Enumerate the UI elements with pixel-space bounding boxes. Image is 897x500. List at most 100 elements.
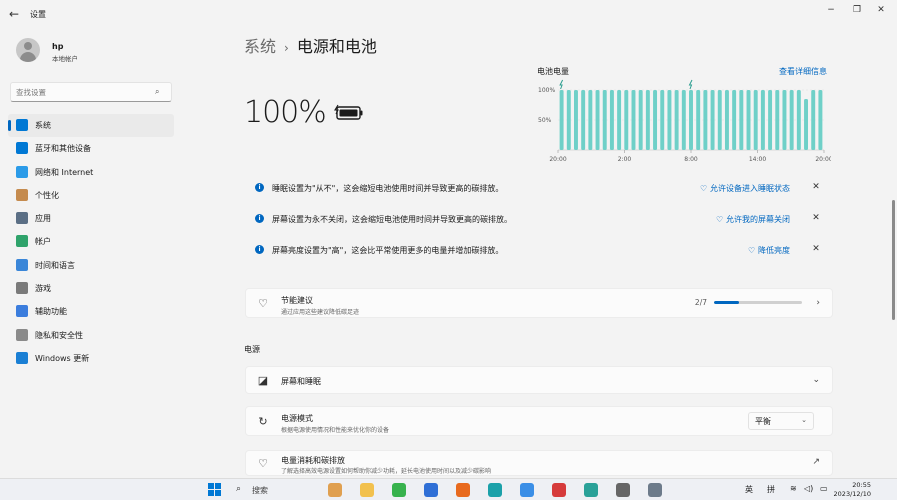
sidebar-item[interactable]: 网络和 Internet bbox=[8, 161, 174, 184]
minimize-icon[interactable]: − bbox=[821, 3, 841, 17]
chart-bar bbox=[617, 90, 622, 150]
notice-action[interactable]: ♡ 允许我的屏幕关闭 bbox=[716, 214, 790, 225]
restore-icon[interactable]: ❐ bbox=[847, 3, 867, 17]
notice: i 屏幕设置为永不关闭，这会缩短电池使用时间并导致更高的碳排放。 ♡ 允许我的屏幕关闭… bbox=[250, 209, 830, 231]
close-icon[interactable]: ✕ bbox=[871, 3, 891, 17]
chart-bar bbox=[818, 90, 823, 150]
sidebar-item-label: 帐户 bbox=[35, 237, 51, 247]
chart-bar bbox=[717, 90, 722, 150]
breadcrumb: 系统 › 电源和电池 bbox=[244, 33, 377, 57]
scrollbar[interactable] bbox=[892, 30, 895, 470]
sidebar-item[interactable]: 辅助功能 bbox=[8, 300, 174, 323]
power-mode-title: 电源模式 bbox=[281, 414, 313, 423]
notice: i 睡眠设置为"从不"，这会缩短电池使用时间并导致更高的碳排放。 ♡ 允许设备进入睡眠… bbox=[250, 178, 830, 200]
back-arrow-icon[interactable]: ← bbox=[6, 7, 22, 21]
store-icon[interactable] bbox=[520, 483, 534, 497]
ime-mode[interactable]: 拼 bbox=[767, 484, 775, 495]
chart-bar bbox=[674, 90, 679, 150]
chart-bar bbox=[660, 90, 665, 150]
chart-y-tick: 100% bbox=[538, 87, 555, 94]
chart-bar bbox=[796, 90, 801, 150]
chevron-right-icon[interactable]: › bbox=[816, 298, 820, 308]
energy-tips-card[interactable]: ♡ 节能建议 通过应用这些建议降低碳足迹 2/7 › bbox=[245, 288, 833, 318]
app-teal-icon[interactable] bbox=[584, 483, 598, 497]
close-icon[interactable]: ✕ bbox=[810, 243, 822, 255]
taskbar-search[interactable]: ⌕ 搜索 bbox=[232, 482, 372, 498]
battery-icon[interactable]: ▭ bbox=[820, 484, 828, 493]
sidebar-item[interactable]: 时间和语言 bbox=[8, 254, 174, 277]
close-icon[interactable]: ✕ bbox=[810, 212, 822, 224]
chart-bar bbox=[631, 90, 636, 150]
clock[interactable]: 20:55 2023/12/10 bbox=[834, 481, 871, 499]
avatar[interactable] bbox=[16, 38, 40, 62]
volume-icon[interactable]: ◁) bbox=[804, 484, 813, 493]
chart-bar bbox=[710, 90, 715, 150]
info-icon: i bbox=[255, 183, 264, 192]
sidebar-item[interactable]: 游戏 bbox=[8, 277, 174, 300]
view-details-link[interactable]: 查看详细信息 bbox=[779, 66, 827, 77]
power-mode-select[interactable]: 平衡 ⌄ bbox=[748, 412, 814, 430]
chart-bar bbox=[732, 90, 737, 150]
search-box[interactable]: ⌕ bbox=[10, 82, 172, 102]
app-gray-icon[interactable] bbox=[616, 483, 630, 497]
chart-title: 电池电量 bbox=[537, 67, 569, 76]
charging-marker-icon bbox=[688, 79, 693, 90]
screen-sleep-card[interactable]: ◪ 屏幕和睡眠 ⌄ bbox=[245, 366, 833, 394]
sidebar-item[interactable]: 系统 bbox=[8, 114, 174, 138]
search-input[interactable] bbox=[16, 86, 151, 98]
system-icon bbox=[16, 119, 28, 131]
power-mode-card: ↻ 电源模式 根据电源使用情况和性能来优化你的设备 平衡 ⌄ bbox=[245, 406, 833, 436]
taskbar: ⌕ 搜索 英 拼 ≋ ◁) ▭ 20:55 2023/12/10 bbox=[0, 478, 897, 500]
notice-action[interactable]: ♡ 降低亮度 bbox=[748, 245, 790, 256]
breadcrumb-separator: › bbox=[284, 41, 289, 55]
chart-bar bbox=[573, 90, 578, 150]
chart-x-tick: 20:00 bbox=[815, 156, 831, 163]
energy-usage-card[interactable]: ♡ 电量消耗和碳排放 了解选择高效电源设置如何帮助你减少功耗，延长电池使用时间以… bbox=[245, 450, 833, 476]
start-icon[interactable] bbox=[208, 483, 222, 497]
settings-gear-icon[interactable] bbox=[648, 483, 662, 497]
sidebar-item-label: 个性化 bbox=[35, 190, 59, 200]
breadcrumb-parent[interactable]: 系统 bbox=[244, 37, 276, 56]
scroll-thumb[interactable] bbox=[892, 200, 895, 320]
leaf-icon: ♡ bbox=[716, 215, 724, 224]
widgets-icon[interactable] bbox=[328, 483, 342, 497]
app-green-icon[interactable] bbox=[392, 483, 406, 497]
chart-x-tick: 14:00 bbox=[749, 156, 766, 163]
notice-action-label: 降低亮度 bbox=[758, 246, 790, 255]
update-icon bbox=[16, 351, 28, 364]
power-mode-icon: ↻ bbox=[258, 415, 268, 428]
chart-bar bbox=[681, 90, 686, 150]
user-account-type: 本地帐户 bbox=[52, 55, 78, 63]
chart-bar bbox=[566, 90, 571, 150]
notice-text: 睡眠设置为"从不"，这会缩短电池使用时间并导致更高的碳排放。 bbox=[272, 184, 504, 193]
sidebar-item[interactable]: 帐户 bbox=[8, 230, 174, 253]
chart-bar bbox=[624, 90, 629, 150]
apps-icon bbox=[16, 212, 28, 225]
sidebar-item[interactable]: 应用 bbox=[8, 207, 174, 230]
sidebar-item-label: 蓝牙和其他设备 bbox=[35, 144, 91, 154]
bluetooth-icon bbox=[16, 142, 28, 155]
sidebar-item[interactable]: 个性化 bbox=[8, 184, 174, 207]
app-blue-icon[interactable] bbox=[424, 483, 438, 497]
sidebar-item-label: 系统 bbox=[35, 121, 51, 130]
sidebar-item[interactable]: Windows 更新 bbox=[8, 347, 174, 370]
ime-language[interactable]: 英 bbox=[745, 484, 753, 495]
wifi-icon[interactable]: ≋ bbox=[790, 484, 797, 493]
screen-sleep-icon: ◪ bbox=[257, 374, 269, 387]
notice-action[interactable]: ♡ 允许设备进入睡眠状态 bbox=[700, 183, 790, 194]
edge-icon[interactable] bbox=[488, 483, 502, 497]
chevron-down-icon[interactable]: ⌄ bbox=[812, 375, 820, 385]
sidebar-item[interactable]: 隐私和安全性 bbox=[8, 324, 174, 347]
search-icon[interactable]: ⌕ bbox=[155, 87, 165, 97]
external-link-icon[interactable]: ↗ bbox=[812, 457, 820, 467]
notice-text: 屏幕亮度设置为"高"，这会比平常使用更多的电量并增加碳排放。 bbox=[272, 246, 504, 255]
app-red-icon[interactable] bbox=[552, 483, 566, 497]
file-explorer-icon[interactable] bbox=[360, 483, 374, 497]
close-icon[interactable]: ✕ bbox=[810, 181, 822, 193]
app-orange-icon[interactable] bbox=[456, 483, 470, 497]
wifi-icon bbox=[16, 165, 28, 178]
sidebar-nav: 系统蓝牙和其他设备网络和 Internet 个性化应用帐户时间和语言游戏辅助功能隐… bbox=[8, 114, 174, 370]
sidebar-item[interactable]: 蓝牙和其他设备 bbox=[8, 137, 174, 160]
sidebar-item-label: 游戏 bbox=[35, 284, 51, 294]
chart-bar bbox=[588, 90, 593, 150]
